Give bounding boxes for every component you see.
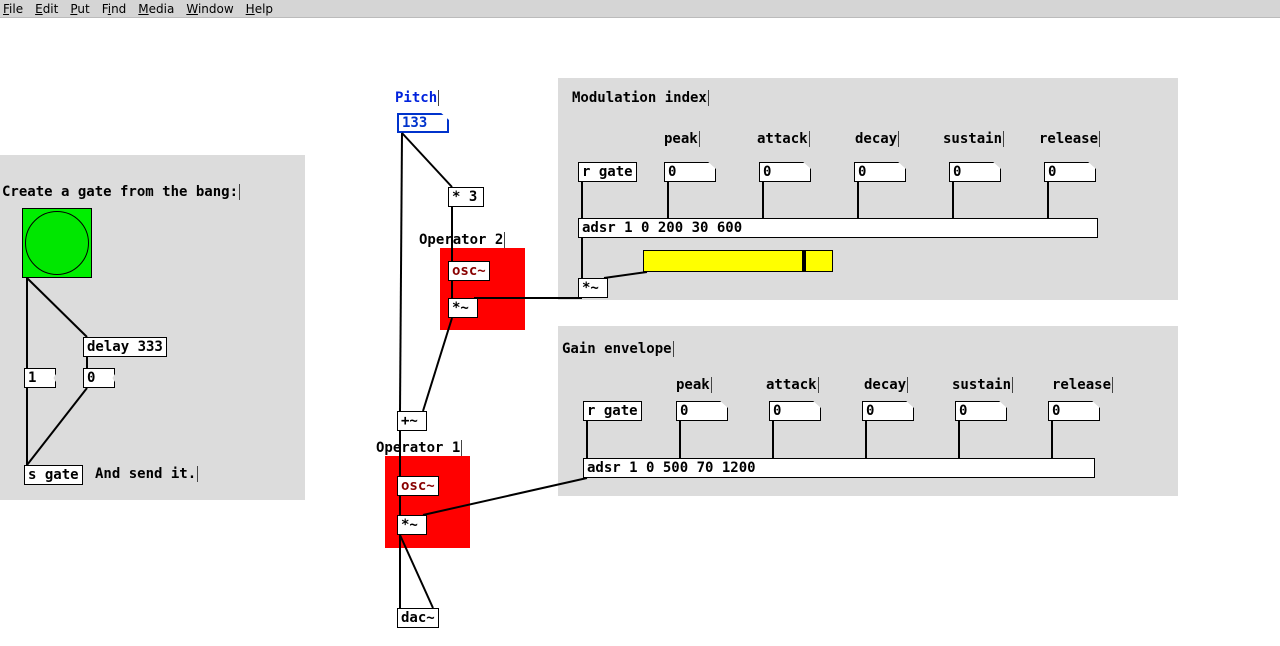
send-gate-object[interactable]: s gate [24, 465, 83, 485]
op1-mul-object[interactable]: *~ [397, 515, 427, 535]
mod-release-label: release [1039, 130, 1100, 148]
op1-osc-object[interactable]: osc~ [397, 476, 439, 496]
gain-attack-label: attack [766, 376, 819, 394]
op1-label: Operator 1 [376, 439, 462, 457]
gain-decay-label: decay [864, 376, 908, 394]
gain-release-numbox[interactable]: 0 [1048, 401, 1100, 421]
pitch-numbox[interactable]: 133 [397, 113, 449, 133]
gate-region [0, 155, 305, 500]
menu-item-file[interactable]: File [3, 2, 23, 16]
menu-item-media[interactable]: Media [138, 2, 174, 16]
bang-circle-icon [25, 211, 89, 275]
mod-decay-numbox[interactable]: 0 [854, 162, 906, 182]
menu-item-put[interactable]: Put [70, 2, 89, 16]
dac-object[interactable]: dac~ [397, 608, 439, 628]
mult-object[interactable]: * 3 [448, 187, 484, 207]
msg-one[interactable]: 1 [24, 368, 56, 388]
mod-sustain-numbox[interactable]: 0 [949, 162, 1001, 182]
gain-peak-numbox[interactable]: 0 [676, 401, 728, 421]
gain-adsr-object[interactable]: adsr 1 0 500 70 1200 [583, 458, 1095, 478]
mod-mul-object[interactable]: *~ [578, 278, 608, 298]
op2-mul-object[interactable]: *~ [448, 298, 478, 318]
pitch-label: Pitch [395, 89, 439, 107]
mod-attack-label: attack [757, 130, 810, 148]
mod-sustain-label: sustain [943, 130, 1004, 148]
gain-peak-label: peak [676, 376, 712, 394]
delay-object[interactable]: delay 333 [83, 337, 167, 357]
mod-release-numbox[interactable]: 0 [1044, 162, 1096, 182]
gain-rgate-object[interactable]: r gate [583, 401, 642, 421]
gain-sustain-label: sustain [952, 376, 1013, 394]
gain-decay-numbox[interactable]: 0 [862, 401, 914, 421]
plus-sig-object[interactable]: +~ [397, 411, 427, 431]
gain-title: Gain envelope [562, 340, 674, 358]
op2-osc-object[interactable]: osc~ [448, 261, 490, 281]
gain-release-label: release [1052, 376, 1113, 394]
mod-peak-label: peak [664, 130, 700, 148]
bang-button[interactable] [22, 208, 92, 278]
op2-label: Operator 2 [419, 231, 505, 249]
menu-item-edit[interactable]: Edit [35, 2, 58, 16]
mod-rgate-object[interactable]: r gate [578, 162, 637, 182]
menu-item-find[interactable]: Find [102, 2, 127, 16]
gain-attack-numbox[interactable]: 0 [769, 401, 821, 421]
patch-canvas[interactable]: Create a gate from the bang: delay 333 1… [0, 18, 1280, 646]
mod-title: Modulation index [572, 89, 709, 107]
menu-item-help[interactable]: Help [246, 2, 273, 16]
gate-title-comment: Create a gate from the bang: [2, 183, 240, 201]
mod-adsr-object[interactable]: adsr 1 0 200 30 600 [578, 218, 1098, 238]
menu-item-window[interactable]: Window [186, 2, 233, 16]
mod-attack-numbox[interactable]: 0 [759, 162, 811, 182]
send-hint-comment: And send it. [95, 465, 198, 483]
mod-peak-numbox[interactable]: 0 [664, 162, 716, 182]
msg-zero[interactable]: 0 [83, 368, 115, 388]
mod-hslider[interactable] [643, 250, 833, 272]
gain-sustain-numbox[interactable]: 0 [955, 401, 1007, 421]
menu-bar: File Edit Put Find Media Window Help [0, 0, 1280, 18]
mod-decay-label: decay [855, 130, 899, 148]
